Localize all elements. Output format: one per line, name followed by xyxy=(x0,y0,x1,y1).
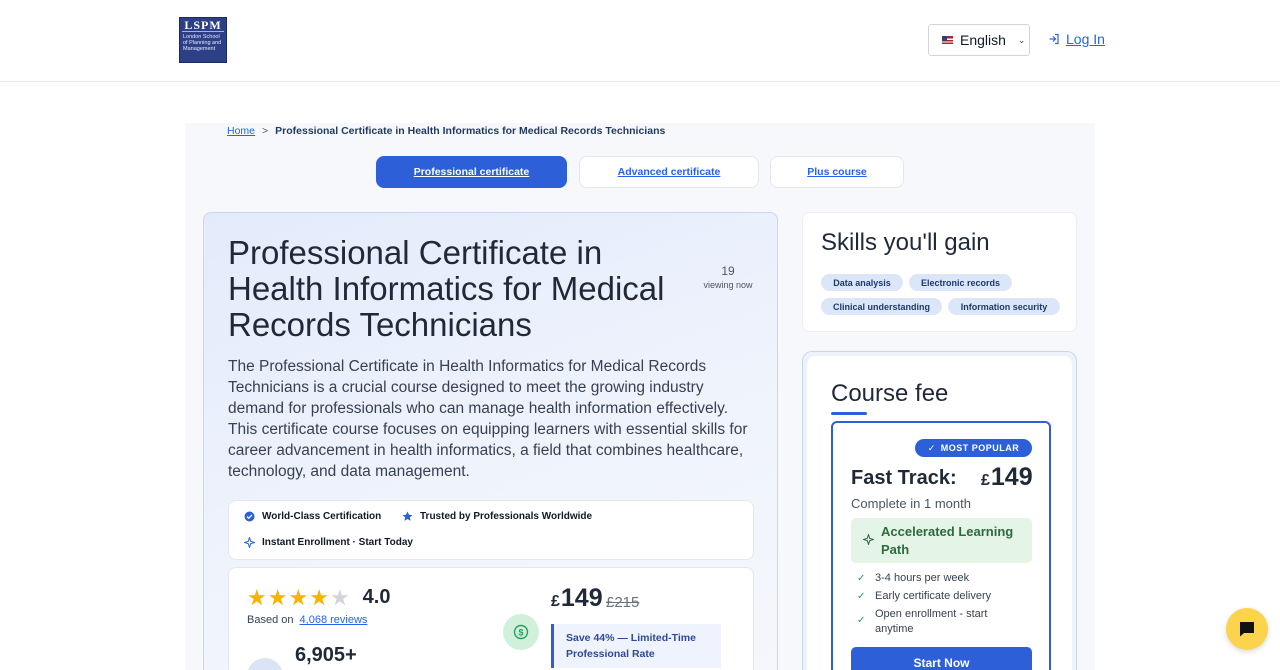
learners-count: 6,905+ xyxy=(295,644,357,666)
logo-acronym: LSPM xyxy=(182,18,224,32)
login-icon xyxy=(1049,33,1059,45)
course-title: Professional Certificate in Health Infor… xyxy=(228,234,665,343)
current-price: £ 149 xyxy=(551,584,603,613)
viewers-indicator: 19 viewing now xyxy=(698,264,758,290)
badge-label: World-Class Certification xyxy=(262,511,382,522)
logo-fullname: London School of Planning and Management xyxy=(183,34,222,52)
accelerated-path-label: Accelerated Learning Path xyxy=(881,523,1014,557)
feature-label: Early certificate delivery xyxy=(875,590,992,602)
breadcrumb-home-link[interactable]: Home xyxy=(227,125,255,137)
start-now-button[interactable]: Start Now xyxy=(851,647,1032,670)
original-price: £215 xyxy=(606,594,640,611)
check-icon: ✓ xyxy=(857,591,866,602)
login-link[interactable]: Log In xyxy=(1048,31,1105,47)
plan-duration: Complete in 1 month xyxy=(851,496,971,511)
language-label: English xyxy=(960,32,1006,48)
viewers-label: viewing now xyxy=(703,280,753,290)
language-selector[interactable]: English ⌄ xyxy=(928,24,1030,56)
feature-label: Open enrollment - start anytime xyxy=(875,608,988,635)
badge-label: Trusted by Professionals Worldwide xyxy=(420,511,593,522)
star-rating: ★ ★ ★ ★ ★ 4.0 xyxy=(247,586,390,609)
star-filled-icon: ★ xyxy=(267,584,288,610)
fast-track-plan[interactable]: ✓ MOST POPULAR Fast Track: £ 149 Complet… xyxy=(831,421,1051,670)
skill-chip: Electronic records xyxy=(909,274,1012,291)
badge-label: Instant Enrollment · Start Today xyxy=(262,537,413,548)
badge-enrollment: Instant Enrollment · Start Today xyxy=(244,537,413,548)
title-underline xyxy=(831,412,867,415)
based-on-label: Based on xyxy=(247,614,294,626)
badge-trusted: Trusted by Professionals Worldwide xyxy=(402,511,592,522)
plan-feature: ✓ Open enrollment - start anytime xyxy=(857,607,1015,637)
skill-chip: Data analysis xyxy=(821,274,903,291)
learners-icon xyxy=(247,658,283,670)
breadcrumb-current: Professional Certificate in Health Infor… xyxy=(275,125,666,137)
star-empty-icon: ★ xyxy=(329,584,350,610)
currency-symbol: £ xyxy=(551,593,560,610)
breadcrumb-separator: > xyxy=(262,125,269,137)
check-badge-icon xyxy=(244,511,255,522)
chevron-down-icon: ⌄ xyxy=(1017,34,1026,45)
skills-title: Skills you'll gain xyxy=(821,229,990,256)
skill-chip: Clinical understanding xyxy=(821,298,942,315)
rating-value: 4.0 xyxy=(362,586,391,608)
badge-certification: World-Class Certification xyxy=(244,511,381,522)
course-fee-inner: Course fee ✓ MOST POPULAR Fast Track: £ … xyxy=(807,356,1072,670)
chat-widget-button[interactable] xyxy=(1226,608,1268,650)
star-icon xyxy=(402,511,413,522)
most-popular-badge: ✓ MOST POPULAR xyxy=(915,439,1032,457)
tab-advanced-certificate[interactable]: Advanced certificate xyxy=(579,156,759,188)
tab-plus-course[interactable]: Plus course xyxy=(770,156,904,188)
skills-card: Skills you'll gain Data analysis Electro… xyxy=(802,212,1077,332)
plan-name: Fast Track: xyxy=(851,467,957,489)
svg-text:$: $ xyxy=(518,628,523,638)
star-filled-icon: ★ xyxy=(288,584,309,610)
star-filled-icon: ★ xyxy=(309,584,329,610)
currency-symbol: £ xyxy=(981,472,990,489)
chat-bubble-icon xyxy=(1240,622,1254,637)
most-popular-label: MOST POPULAR xyxy=(940,443,1020,453)
plan-feature: ✓ 3-4 hours per week xyxy=(857,571,970,586)
feature-label: 3-4 hours per week xyxy=(875,572,970,584)
course-description: The Professional Certificate in Health I… xyxy=(228,358,748,480)
course-fee-title: Course fee xyxy=(831,380,949,407)
reviews-summary: Based on 4,068 reviews xyxy=(247,614,367,626)
lspm-logo[interactable]: LSPM London School of Planning and Manag… xyxy=(179,17,227,63)
savings-callout: Save 44% — Limited-Time Professional Rat… xyxy=(551,624,721,668)
tab-professional-certificate[interactable]: Professional certificate xyxy=(376,156,567,188)
viewers-count: 19 xyxy=(721,264,735,278)
plan-price: £ 149 xyxy=(981,463,1033,492)
main-content: Home > Professional Certificate in Healt… xyxy=(185,123,1095,670)
dollar-icon: $ xyxy=(503,614,539,650)
login-label: Log In xyxy=(1066,31,1105,47)
price-value: 149 xyxy=(560,584,603,612)
star-filled-icon: ★ xyxy=(247,584,267,610)
course-overview-card: Professional Certificate in Health Infor… xyxy=(203,212,778,670)
course-fee-card: Course fee ✓ MOST POPULAR Fast Track: £ … xyxy=(802,351,1077,670)
sparkle-icon xyxy=(861,532,876,550)
breadcrumb: Home > Professional Certificate in Healt… xyxy=(227,125,665,137)
us-flag-icon xyxy=(942,36,953,44)
plan-price-value: 149 xyxy=(990,463,1033,491)
check-icon: ✓ xyxy=(857,573,866,584)
rating-pricing-box: ★ ★ ★ ★ ★ 4.0 Based on 4,068 reviews 6,9… xyxy=(228,567,754,670)
accelerated-path-box: Accelerated Learning Path xyxy=(851,518,1032,563)
site-header: LSPM London School of Planning and Manag… xyxy=(0,0,1280,82)
trust-badges: World-Class Certification Trusted by Pro… xyxy=(228,500,754,560)
sparkle-icon xyxy=(244,537,255,548)
reviews-link[interactable]: 4,068 reviews xyxy=(300,614,368,626)
skill-chip: Information security xyxy=(948,298,1060,315)
plan-feature: ✓ Early certificate delivery xyxy=(857,589,992,604)
check-icon: ✓ xyxy=(857,615,866,626)
check-icon: ✓ xyxy=(927,442,936,453)
